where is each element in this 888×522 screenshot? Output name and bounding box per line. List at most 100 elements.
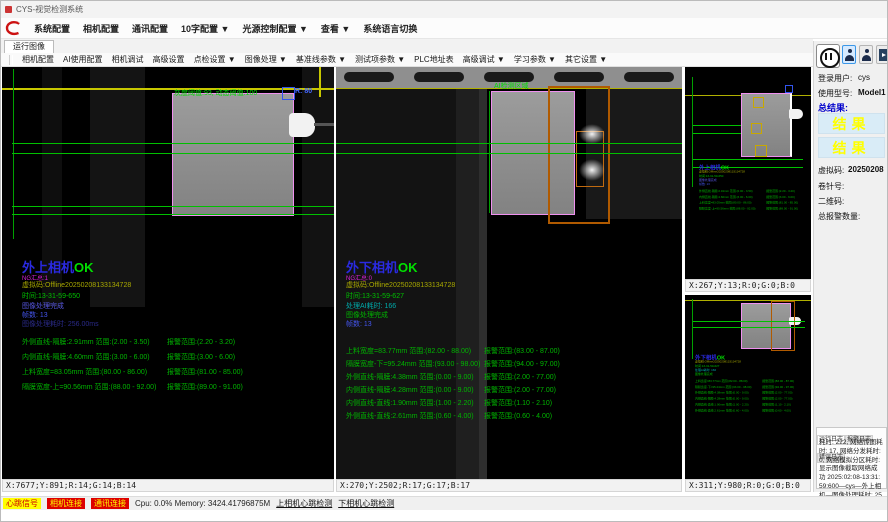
alarm-range: 报警范围:(3.00 - 6.00) [167,352,235,362]
measurement-row: 内侧直线-隔膜:4.60mm 范围:(3.00 - 6.00)报警范围:(3.0… [22,352,150,362]
user-button-selected[interactable] [842,45,856,64]
login-user-label: 登录用户: [818,73,852,84]
thumbnail-upper-camera[interactable]: 外上相机OK 虚拟码:Offline20250208133134728 时间:1… [685,67,811,279]
tool-advanced-debug[interactable]: 高级调试 ▼ [463,54,505,65]
left-pixel-coordinates: X:7677;Y:891;R:14;G:14;B:14 [2,479,334,492]
measurement-value: 上料宽度=83.77mm 范围:(82.00 - 88.00) [695,380,748,383]
alarm-range: 报警范围:(94.00 - 97.00) [484,359,560,369]
thumb1-pixel-coordinates: X:267;Y:13;R:0;G:0;B:0 [685,279,811,292]
title-bar: CYS-视觉检测系统 [1,1,888,19]
pause-bar [825,53,827,60]
middle-camera-view[interactable]: AI检测区域 外下相机OK NG汇总:0 虚拟码:Offline20250208… [336,67,682,479]
lower-camera-heartbeat-link[interactable]: 下相机心跳检测 [338,498,394,509]
user-icon [845,49,854,61]
tool-plc-address-table[interactable]: PLC地址表 [414,54,454,65]
result-ok-badge: OK [398,260,418,275]
yellow-marker-box [753,97,764,108]
bottom-status-bar: 心跳信号 相机连接 通讯连接 Cpu: 0.0% Memory: 3424.41… [1,496,888,510]
tool-baseline-params[interactable]: 基准线参数 ▼ [296,54,346,65]
total-alarm-label: 总报警数量: [818,211,860,222]
process-elapsed-label: 图像处理耗时: 256.00ms [22,319,99,329]
menu-system-config[interactable]: 系统配置 [34,22,70,35]
right-sidebar: 登录用户: cys 使用型号: Model1 总结果: 结果 结果 虚拟码: 2… [813,41,888,492]
tool-learning-params[interactable]: 学习参数 ▼ [514,54,556,65]
connector-part [289,113,315,137]
green-measure-line [12,153,334,154]
alarm-range: 报警范围:(89.00 - 91.00) [766,207,798,211]
tool-other-settings[interactable]: 其它设置 ▼ [565,54,607,65]
menu-light-config[interactable]: 光源控制配置 ▼ [242,22,307,35]
tool-advanced-settings[interactable]: 高级设置 [153,54,185,65]
image-stripe [302,67,334,307]
green-measure-line [12,206,334,207]
needle-number-label: 卷针号: [818,181,844,192]
pause-button[interactable] [816,44,840,68]
measurement-value: 外侧直线-隔膜:4.38mm 范围:(0.00 - 9.00) [695,392,749,395]
menu-comm-config[interactable]: 通讯配置 [132,22,168,35]
virtual-code: 虚拟码:Offline20250208133134728 [22,280,131,290]
measurement-value: 外侧直线-直线:2.61mm 范围:(0.60 - 4.00) [695,409,749,412]
alarm-range: 报警范围:(0.60 - 4.00) [484,411,552,421]
window-title: CYS-视觉检测系统 [16,1,83,18]
yellow-marker-box [755,145,767,157]
measurement-row: 内侧直线-直线:1.90mm 范围:(1.00 - 2.20)报警范围:(1.1… [346,398,474,408]
tool-image-processing[interactable]: 图像处理 ▼ [245,54,287,65]
measurement-value: 内侧直线-直线:1.90mm 范围:(1.00 - 2.20) [346,400,474,407]
virtual-code: 虚拟码:Offline20250208133134728 [346,280,455,290]
model-value: Model1 [858,88,886,97]
operator-button[interactable] [859,45,873,64]
connector-cable [314,123,334,126]
green-measure-line [336,143,682,144]
green-guide-line [692,299,693,359]
app-icon [5,6,12,13]
middle-pixel-coordinates: X:270;Y:2502;R:17;G:17;B:17 [336,479,682,492]
logout-button[interactable] [876,45,888,64]
measurement-row: 外侧直线-直线:2.61mm 范围:(0.60 - 4.00)报警范围:(0.6… [695,408,749,412]
measurement-row: 上料宽度=83.05mm 范围:(80.00 - 86.00)报警范围:(81.… [22,367,147,377]
tool-test-params[interactable]: 测试项参数 ▼ [355,54,405,65]
measurement-row: 内侧直线-隔膜:4.28mm 范围:(0.00 - 9.00)报警范围:(2.0… [346,385,474,395]
r-value-label: R: 80 [295,88,312,95]
measurement-value: 内侧直线-隔膜:4.60mm 范围:(3.00 - 6.00) [699,196,753,199]
menu-camera-config[interactable]: 相机配置 [83,22,119,35]
green-guide-line [489,91,490,213]
measurement-value: 内侧直线-隔膜:4.60mm 范围:(3.00 - 6.00) [22,354,150,361]
tool-camera-debug[interactable]: 相机调试 [112,54,144,65]
image-stripe [90,67,145,307]
tool-ai-usage-config[interactable]: AI使用配置 [63,54,103,65]
alarm-range: 报警范围:(2.00 - 77.00) [762,391,792,395]
measurement-value: 外侧直线-隔膜:2.91mm 范围:(2.00 - 3.50) [22,339,150,346]
toolbar: 相机配置 AI使用配置 相机调试 高级设置 点检设置 ▼ 图像处理 ▼ 基准线参… [1,53,813,67]
green-measure-line [693,159,803,160]
yellow-marker-box [751,123,762,134]
menu-cross-config[interactable]: 10字配置 ▼ [181,22,229,35]
green-guide-line [692,77,693,187]
upper-camera-heartbeat-link[interactable]: 上相机心跳检测 [276,498,332,509]
frame-count-label: 帧数: 13 [346,319,372,329]
measurement-row: 隔膜宽度-上=90.56mm 范围:(88.00 - 92.00)报警范围:(8… [699,207,755,211]
virtual-code-label: 虚拟码: [818,165,844,176]
measurement-value: 内侧直线-隔膜:4.28mm 范围:(0.00 - 9.00) [695,398,749,401]
thumbnail-lower-camera[interactable]: 外下相机OK 虚拟码:Offline20250208133134728 时间:1… [685,295,811,479]
alarm-range: 报警范围:(2.00 - 77.00) [484,372,556,382]
measurement-value: 内侧直线-直线:1.90mm 范围:(1.00 - 2.20) [695,403,749,406]
green-measure-line [336,153,682,154]
app-window: CYS-视觉检测系统 系统配置 相机配置 通讯配置 10字配置 ▼ 光源控制配置… [0,0,888,522]
light-flare [579,124,605,144]
measurement-row: 上料宽度=83.77mm 范围:(82.00 - 88.00)报警范围:(83.… [695,379,748,383]
measurement-row: 外侧直线-隔膜:2.91mm 范围:(2.00 - 3.50)报警范围:(2.2… [699,189,753,193]
qr-code-label: 二维码: [818,196,844,207]
menu-view[interactable]: 查看 ▼ [321,22,350,35]
alarm-range: 报警范围:(83.00 - 87.00) [762,379,794,383]
alarm-range: 报警范围:(83.00 - 87.00) [484,346,560,356]
pause-bar [830,53,832,60]
log-panel: 运行日志报警日志错误日志 耗时: 222, 网络传图耗时: 17, 网络分发耗时… [816,427,887,489]
left-camera-view[interactable]: R: 80 灰度阈值:93, 动态阈值:100 外上相机OK NG汇总:1 虚拟… [2,67,334,479]
menu-language-switch[interactable]: 系统语言切换 [363,22,417,35]
tab-run-image[interactable]: 运行图像 [4,40,54,53]
alarm-range: 报警范围:(3.00 - 6.00) [766,195,795,199]
tool-camera-config[interactable]: 相机配置 [22,54,54,65]
operator-icon [862,49,871,61]
measurement-value: 外侧直线-隔膜:4.38mm 范围:(0.00 - 9.00) [346,374,474,381]
tool-spot-check[interactable]: 点检设置 ▼ [194,54,236,65]
